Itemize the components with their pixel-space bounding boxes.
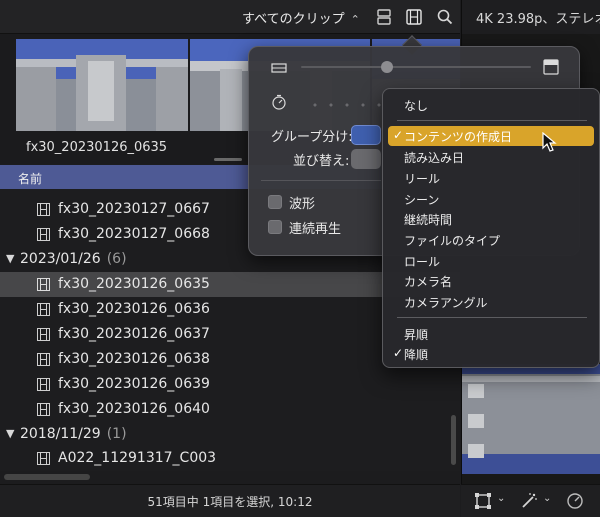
menu-item-label: コンテンツの作成日 xyxy=(404,130,513,144)
horizontal-scrollbar[interactable] xyxy=(4,474,90,480)
disclosure-triangle-icon[interactable]: ▼ xyxy=(6,427,14,440)
menu-item-scene[interactable]: シーン xyxy=(388,189,594,209)
transform-icon[interactable] xyxy=(473,491,493,511)
clip-icon xyxy=(37,353,50,366)
magic-wand-icon[interactable] xyxy=(519,491,539,511)
clip-appearance-icon[interactable] xyxy=(374,7,394,27)
menu-item-import-date[interactable]: 読み込み日 xyxy=(388,147,594,167)
clip-icon xyxy=(37,328,50,341)
clip-filter-popup[interactable]: すべてのクリップ ⌃ xyxy=(242,8,360,27)
list-item[interactable]: A022_11291317_C003 xyxy=(0,446,460,471)
clip-icon xyxy=(37,203,50,216)
sort-label: 並び替え: xyxy=(293,154,350,169)
menu-item-content-created[interactable]: ✓ コンテンツの作成日 xyxy=(388,126,594,146)
selection-status: 51項目中 1項目を選択, 10:12 xyxy=(147,495,313,509)
clip-name: fx30_20230127_0667 xyxy=(58,201,210,217)
chevron-updown-icon: ⌃ xyxy=(350,13,360,26)
chevron-down-icon[interactable]: ⌄ xyxy=(497,493,505,504)
clip-name: fx30_20230126_0636 xyxy=(58,301,210,317)
browser-toolbar: すべてのクリップ ⌃ xyxy=(0,0,460,34)
checkmark-icon: ✓ xyxy=(393,128,404,142)
viewer-format-info: 4K 23.98p、ステレオ xyxy=(476,12,600,27)
list-item[interactable]: fx30_20230126_0639 xyxy=(0,372,460,397)
menu-item-label: ロール xyxy=(404,255,441,269)
clip-icon xyxy=(37,452,50,465)
clip-icon xyxy=(37,228,50,241)
name-column-header: 名前 xyxy=(18,172,43,186)
stopwatch-icon xyxy=(272,94,286,110)
menu-item-label: 継続時間 xyxy=(404,213,453,227)
large-clip-height-icon xyxy=(543,59,559,75)
viewer-frame xyxy=(462,364,600,474)
divider xyxy=(261,180,381,181)
menu-item-label: リール xyxy=(404,172,441,186)
small-clip-height-icon xyxy=(271,63,287,73)
group-date: 2023/01/26 xyxy=(20,251,101,267)
mouse-pointer-icon xyxy=(542,132,557,152)
menu-item-camera-name[interactable]: カメラ名 xyxy=(388,271,594,291)
clip-icon xyxy=(37,403,50,416)
continuous-playback-label: 連続再生 xyxy=(289,222,342,237)
clip-name: A022_11291317_C003 xyxy=(58,450,217,466)
menu-item-camera-angle[interactable]: カメラアングル xyxy=(388,292,594,312)
menu-item-role[interactable]: ロール xyxy=(388,251,594,271)
clip-height-slider[interactable] xyxy=(301,66,531,68)
group-by-popup[interactable] xyxy=(351,125,381,145)
group-count: (6) xyxy=(106,251,127,267)
menu-item-label: カメラ名 xyxy=(404,275,453,289)
menu-item-label: なし xyxy=(404,99,429,113)
menu-separator xyxy=(397,317,587,318)
menu-item-label: 降順 xyxy=(404,348,429,362)
clip-name: fx30_20230126_0635 xyxy=(58,276,210,292)
filmstrip-view-icon[interactable] xyxy=(404,7,424,27)
group-row[interactable]: ▼ 2018/11/29 (1) xyxy=(0,422,460,447)
menu-item-duration[interactable]: 継続時間 xyxy=(388,209,594,229)
vertical-scrollbar[interactable] xyxy=(451,415,456,465)
clip-name: fx30_20230127_0668 xyxy=(58,226,210,242)
chevron-down-icon[interactable]: ⌄ xyxy=(543,493,551,504)
clip-icon xyxy=(37,303,50,316)
status-bar: 51項目中 1項目を選択, 10:12 xyxy=(0,484,460,517)
group-label: 2018/11/29 (1) xyxy=(20,426,127,442)
zoom-slider-ticks[interactable] xyxy=(307,103,387,107)
filmstrip-thumbnail xyxy=(16,39,188,131)
menu-item-label: カメラアングル xyxy=(404,296,488,310)
list-item[interactable]: fx30_20230126_0640 xyxy=(0,397,460,422)
clip-name: fx30_20230126_0638 xyxy=(58,351,210,367)
clip-icon xyxy=(37,378,50,391)
clip-name: fx30_20230126_0637 xyxy=(58,326,210,342)
group-date: 2018/11/29 xyxy=(20,426,101,442)
menu-item-reel[interactable]: リール xyxy=(388,168,594,188)
clip-icon xyxy=(37,278,50,291)
waveform-label: 波形 xyxy=(289,197,316,212)
menu-item-label: シーン xyxy=(404,193,440,207)
menu-item-label: 読み込み日 xyxy=(404,151,465,165)
menu-item-label: ファイルのタイプ xyxy=(404,234,501,248)
clip-name: fx30_20230126_0639 xyxy=(58,376,210,392)
continuous-playback-checkbox[interactable] xyxy=(268,220,282,234)
menu-item-file-type[interactable]: ファイルのタイプ xyxy=(388,230,594,250)
menu-item-descending[interactable]: ✓ 降順 xyxy=(388,344,594,364)
group-label: 2023/01/26 (6) xyxy=(20,251,127,267)
clip-filter-label: すべてのクリップ xyxy=(242,12,345,27)
viewer-footer: ⌄ ⌄ xyxy=(461,484,600,517)
sort-popup[interactable] xyxy=(351,149,381,169)
viewer-header: 4K 23.98p、ステレオ xyxy=(461,0,600,34)
clip-height-slider-knob[interactable] xyxy=(381,61,393,73)
menu-separator xyxy=(397,120,587,121)
group-by-menu: なし ✓ コンテンツの作成日 読み込み日 リール シーン 継続時間 ファイルのタイ… xyxy=(382,88,600,368)
group-count: (1) xyxy=(106,426,127,442)
retime-icon[interactable] xyxy=(565,491,585,511)
clip-name: fx30_20230126_0640 xyxy=(58,401,210,417)
menu-item-none[interactable]: なし xyxy=(388,95,594,115)
filmstrip-clip-name: fx30_20230126_0635 xyxy=(26,140,168,155)
menu-item-label: 昇順 xyxy=(404,328,429,342)
disclosure-triangle-icon[interactable]: ▼ xyxy=(6,252,14,265)
menu-item-ascending[interactable]: 昇順 xyxy=(388,324,594,344)
waveform-checkbox[interactable] xyxy=(268,195,282,209)
group-by-label: グループ分け: xyxy=(271,130,353,145)
search-icon[interactable] xyxy=(435,7,455,27)
filmstrip-scrubber[interactable] xyxy=(214,158,242,161)
checkmark-icon: ✓ xyxy=(393,346,404,360)
